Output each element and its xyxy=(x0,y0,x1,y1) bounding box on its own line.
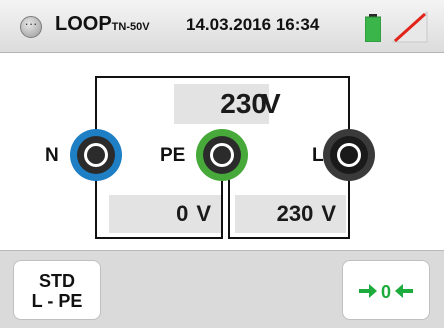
instrument-screen: ··· LOOPTN-50V 14.03.2016 16:34 N PE L 2… xyxy=(0,0,444,328)
terminal-pe-label: PE xyxy=(160,145,186,166)
terminal-l xyxy=(323,129,375,181)
terminal-l-label: L xyxy=(312,145,324,166)
voltage-readout-n-pe: 0V xyxy=(109,195,221,233)
std-mode-label: STD xyxy=(39,271,75,291)
voltage-unit-l-n: V xyxy=(262,88,281,119)
terminal-n-label: N xyxy=(45,145,59,166)
terminal-n xyxy=(70,129,122,181)
voltage-value-l-n: 230 xyxy=(220,88,267,119)
zero-calibration-label: 0 xyxy=(381,282,391,302)
zero-calibration-button[interactable]: 0 xyxy=(342,260,430,320)
voltage-readout-l-n: 230 xyxy=(174,84,269,124)
std-mode-button[interactable]: STD L - PE xyxy=(13,260,101,320)
zero-calibration-icon: 0 xyxy=(359,282,413,302)
voltage-unit-n-pe: V xyxy=(196,201,211,226)
voltage-readout-l-pe: 230 V xyxy=(235,195,346,233)
voltage-value-l-pe: 230 xyxy=(276,201,314,226)
std-mode-sublabel: L - PE xyxy=(31,291,83,311)
voltage-value-n-pe: 0 xyxy=(176,201,189,226)
voltage-unit-l-pe: V xyxy=(321,201,336,226)
footer-bar: STD L - PE 0 xyxy=(0,250,444,328)
terminal-pe xyxy=(196,129,248,181)
